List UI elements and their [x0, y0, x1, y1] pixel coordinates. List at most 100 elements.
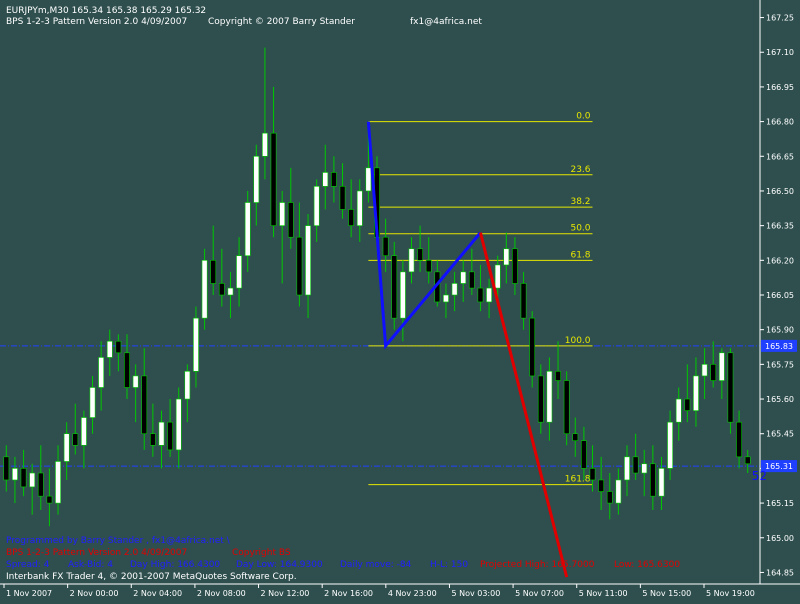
candle-body — [322, 172, 329, 187]
candle-body — [339, 186, 346, 210]
y-tick-label: 165.75 — [766, 360, 794, 369]
candle-body — [356, 190, 363, 226]
platform-label: Interbank FX Trader 4, © 2001-2007 MetaQ… — [6, 572, 297, 582]
candle-body — [494, 264, 501, 289]
daily-move-label: Daily move: -84 — [340, 560, 412, 570]
candle-body — [20, 468, 27, 488]
candle-body — [667, 421, 673, 469]
y-tick-label: 166.35 — [766, 222, 794, 231]
symbol-header: EURJPYm,M30 165.34 165.38 165.29 165.32 — [6, 6, 206, 16]
candle-body — [486, 287, 492, 303]
y-tick-label: 165.00 — [766, 534, 794, 543]
candle-body — [417, 248, 423, 261]
candle-body — [141, 375, 148, 435]
candle-body — [503, 248, 510, 266]
candle-body — [227, 287, 234, 296]
price-chart: 0.0 23.6 38.2 50.0 61.8 100.0 161.8 167.25 167.… — [0, 0, 800, 600]
candle-body — [158, 421, 165, 446]
y-tick-label: 166.50 — [766, 187, 794, 196]
y-tick-label: 166.95 — [766, 83, 794, 92]
axis-price-label: 165.83 — [765, 342, 793, 351]
fib-level-label: 38.2 — [570, 197, 590, 207]
candle-body — [29, 472, 36, 488]
candle-body — [46, 495, 53, 504]
y-tick-label: 164.85 — [766, 568, 794, 577]
candle-body — [520, 283, 527, 319]
candle-body — [218, 283, 225, 296]
candle-body — [313, 186, 320, 226]
ask-bid-label: Ask-Bid: 4 — [68, 560, 113, 570]
candle-body — [184, 370, 191, 400]
candle-body — [365, 167, 372, 192]
copyright-short-label: Copyright BS — [232, 548, 291, 558]
candle-body — [210, 260, 217, 284]
projected-high-label: Projected High: 165.7000 — [480, 560, 595, 570]
candle-body — [408, 248, 415, 273]
candle-body — [72, 433, 79, 446]
candle-body — [253, 155, 260, 203]
candle-body — [641, 463, 648, 474]
candle-body — [512, 248, 518, 284]
candle-body — [132, 375, 139, 388]
x-tick-label: 5 Nov 15:00 — [642, 589, 691, 598]
copyright-header: Copyright © 2007 Barry Stander — [208, 17, 355, 27]
candle-body — [649, 463, 656, 497]
candle-body — [262, 132, 268, 157]
y-tick-label: 165.60 — [766, 395, 794, 404]
candle-body — [581, 440, 587, 469]
candle-body — [460, 271, 467, 284]
candle-body — [305, 225, 311, 296]
x-tick-label: 5 Nov 03:00 — [451, 589, 500, 598]
candle-body — [675, 398, 682, 423]
y-tick-label: 167.10 — [766, 48, 794, 57]
candle-body — [658, 468, 665, 497]
candle-body — [270, 132, 277, 226]
candle-body — [236, 255, 242, 289]
candle-body — [443, 294, 449, 303]
y-tick-label: 166.65 — [766, 152, 794, 161]
candle-body — [98, 357, 105, 388]
x-tick-label: 2 Nov 00:00 — [70, 589, 119, 598]
fib-level-label: 161.8 — [565, 475, 591, 485]
x-tick-label: 5 Nov 07:00 — [515, 589, 564, 598]
candle-body — [546, 370, 553, 423]
candle-body — [296, 236, 303, 296]
candle-body — [684, 398, 691, 411]
candle-body — [348, 209, 355, 226]
candle-body — [106, 340, 113, 358]
candle-body — [391, 255, 398, 319]
y-tick-label: 166.80 — [766, 118, 794, 127]
fib-level-label: 50.0 — [570, 224, 590, 234]
candle-body — [606, 491, 613, 504]
projected-low-label: Low: 165.6300 — [614, 560, 680, 570]
candle-body — [701, 364, 708, 377]
axis-price-label: 165.31 — [765, 462, 793, 471]
candle-body — [529, 317, 536, 377]
x-tick-label: 5 Nov 11:00 — [579, 589, 628, 598]
x-tick-label: 2 Nov 08:00 — [197, 589, 246, 598]
programmed-by-label: Programmed by Barry Stander , fx1@4afric… — [6, 536, 231, 546]
candle-body — [287, 202, 294, 238]
candle-body — [468, 271, 475, 289]
spread-label: Spread: 4 — [6, 560, 50, 570]
candle-body — [537, 375, 544, 423]
indicator-header: BPS 1-2-3 Pattern Version 2.0 4/09/2007 — [6, 17, 187, 27]
x-tick-label: 2 Nov 16:00 — [324, 589, 373, 598]
fib-level-label: 100.0 — [565, 336, 591, 346]
candle-body — [744, 456, 751, 465]
y-tick-label: 165.45 — [766, 430, 794, 439]
candle-body — [124, 352, 130, 388]
candle-body — [331, 172, 337, 187]
candle-body — [710, 364, 717, 381]
y-tick-label: 166.05 — [766, 291, 794, 300]
candle-body — [382, 236, 389, 256]
fib-level-label: 61.8 — [570, 250, 590, 260]
candle-body — [37, 472, 44, 497]
y-tick-label: 165.90 — [766, 326, 794, 335]
candle-body — [693, 375, 699, 411]
candle-body — [89, 387, 96, 418]
candle-body — [727, 352, 734, 423]
x-tick-label: 2 Nov 12:00 — [261, 589, 310, 598]
x-tick-label: 1 Nov 2007 — [6, 589, 52, 598]
candle-body — [624, 456, 630, 481]
